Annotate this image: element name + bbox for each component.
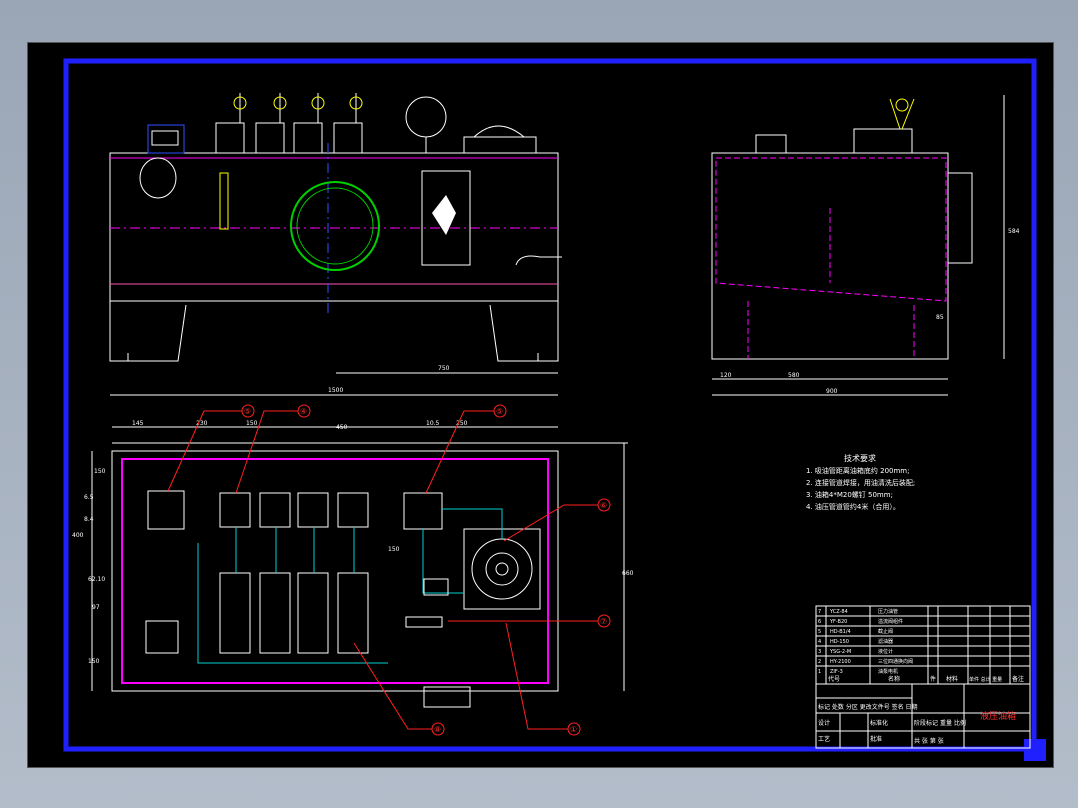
header-material: 材料: [946, 675, 958, 683]
row-name: 三位四通换向阀: [878, 658, 913, 665]
part-balloons: [167, 404, 611, 736]
header-code: 代号: [828, 675, 840, 683]
std-label: 标准化: [870, 719, 888, 727]
balloon-labels: ⑤ ④ ⑤ ⑥ ⑦ ⑧ ①: [244, 407, 607, 734]
technical-notes: 技术要求 1. 吸油管距离油箱底约 200mm; 2. 连接管道焊接，用油清洗后…: [806, 453, 915, 511]
row-name: 油泵电机: [878, 668, 898, 675]
scale-label: 比例: [954, 719, 966, 727]
note-4: 4. 油压管道管约4米（合用）。: [806, 502, 900, 511]
dim-plan-top-d: 450: [336, 424, 348, 431]
header-name: 名称: [888, 675, 900, 683]
balloon-3: ⑤: [496, 407, 503, 416]
header-remark: 备注: [1012, 675, 1024, 683]
row-code: YF-B20: [829, 619, 847, 625]
dim-side-total: 900: [826, 388, 838, 395]
balloon-7: ①: [570, 725, 577, 734]
row-name: 液位计: [878, 648, 893, 655]
row-no: 2: [818, 659, 821, 665]
dim-plan-top-c: 150: [246, 420, 258, 427]
row-code: HD-B1/4: [830, 629, 851, 635]
dim-front-total: 1500: [328, 387, 343, 394]
row-name: 滤油器: [878, 638, 893, 645]
front-view: 1500 750: [109, 93, 562, 396]
weight-label: 重量: [940, 719, 952, 727]
header-weight: 单件 总计 重量: [969, 676, 1002, 683]
revision-label: 标记 处数 分区 更改文件号 签名 日期: [818, 703, 918, 711]
dim-plan-mid: 150: [388, 546, 400, 553]
designer-label: 设计: [818, 719, 830, 727]
dim-side-a: 120: [720, 372, 732, 379]
title-block-text: 标记 处数 分区 更改文件号 签名 日期 设计 工艺 标准化 批准 阶段标记 重…: [818, 703, 1016, 745]
sheet-label: 共 张 第 张: [914, 737, 944, 745]
row-code: HY-2100: [830, 659, 851, 665]
row-code: YSG-2-M: [829, 649, 851, 655]
process-label: 工艺: [818, 735, 830, 743]
row-no: 1: [818, 669, 821, 675]
dim-plan-left-g: 150: [88, 658, 100, 665]
row-name: 溢流阀组件: [878, 618, 903, 625]
dim-plan-right: 660: [622, 570, 634, 577]
balloon-4: ⑥: [600, 501, 607, 510]
parts-list: [815, 605, 1031, 685]
row-no: 6: [818, 619, 821, 625]
row-no: 5: [818, 629, 821, 635]
dim-side-b: 580: [788, 372, 800, 379]
dim-plan-left-c: 6.5: [84, 494, 94, 501]
note-3: 3. 油箱4*M20螺钉 50mm;: [806, 490, 893, 499]
dim-side-height: 584: [1008, 228, 1020, 235]
side-view: 120 580 900 584 85: [711, 95, 1020, 396]
dim-plan-left-e: 62.10: [88, 576, 105, 583]
drawing-name: 液压油箱: [980, 710, 1016, 722]
notes-title: 技术要求: [844, 453, 876, 463]
drawing-sheet: 1500 750 120 580 900 584 85 145 230 150 …: [63, 58, 1046, 761]
dim-front-partial: 750: [438, 365, 450, 372]
approve-label: 批准: [870, 735, 882, 743]
viewer-background: 1500 750 120 580 900 584 85 145 230 150 …: [0, 0, 1078, 808]
balloon-2: ④: [300, 407, 307, 416]
stage-label: 阶段标记: [914, 719, 938, 727]
balloon-6: ⑧: [434, 725, 441, 734]
plan-view: 145 230 150 450 10.5 250 150 400 6.5 8.4…: [72, 420, 634, 708]
row-no: 3: [818, 649, 821, 655]
dim-plan-left-f: 97: [92, 604, 100, 611]
row-name: 压力油管: [878, 608, 898, 615]
sheet-corner-grip: [1024, 739, 1046, 761]
row-code: HD-150: [830, 639, 849, 645]
dim-plan-top-e: 10.5: [426, 420, 440, 427]
dim-side-small: 85: [936, 314, 944, 321]
cad-drawing-canvas[interactable]: 1500 750 120 580 900 584 85 145 230 150 …: [27, 42, 1054, 768]
note-2: 2. 连接管道焊接，用油清洗后装配;: [806, 478, 915, 487]
dim-plan-top-a: 145: [132, 420, 144, 427]
row-no: 4: [818, 639, 821, 645]
balloon-5: ⑦: [600, 617, 607, 626]
row-no: 7: [818, 609, 821, 615]
dim-plan-left-b: 400: [72, 532, 84, 539]
dim-plan-left-d: 8.4: [84, 516, 94, 523]
row-code: YCZ-84: [829, 609, 848, 615]
dim-plan-left-a: 150: [94, 468, 106, 475]
row-code: ZIF-3: [830, 669, 843, 675]
balloon-1: ⑤: [244, 407, 251, 416]
header-qty: 件: [930, 675, 936, 683]
row-name: 截止阀: [878, 628, 893, 635]
note-1: 1. 吸油管距离油箱底约 200mm;: [806, 466, 910, 475]
